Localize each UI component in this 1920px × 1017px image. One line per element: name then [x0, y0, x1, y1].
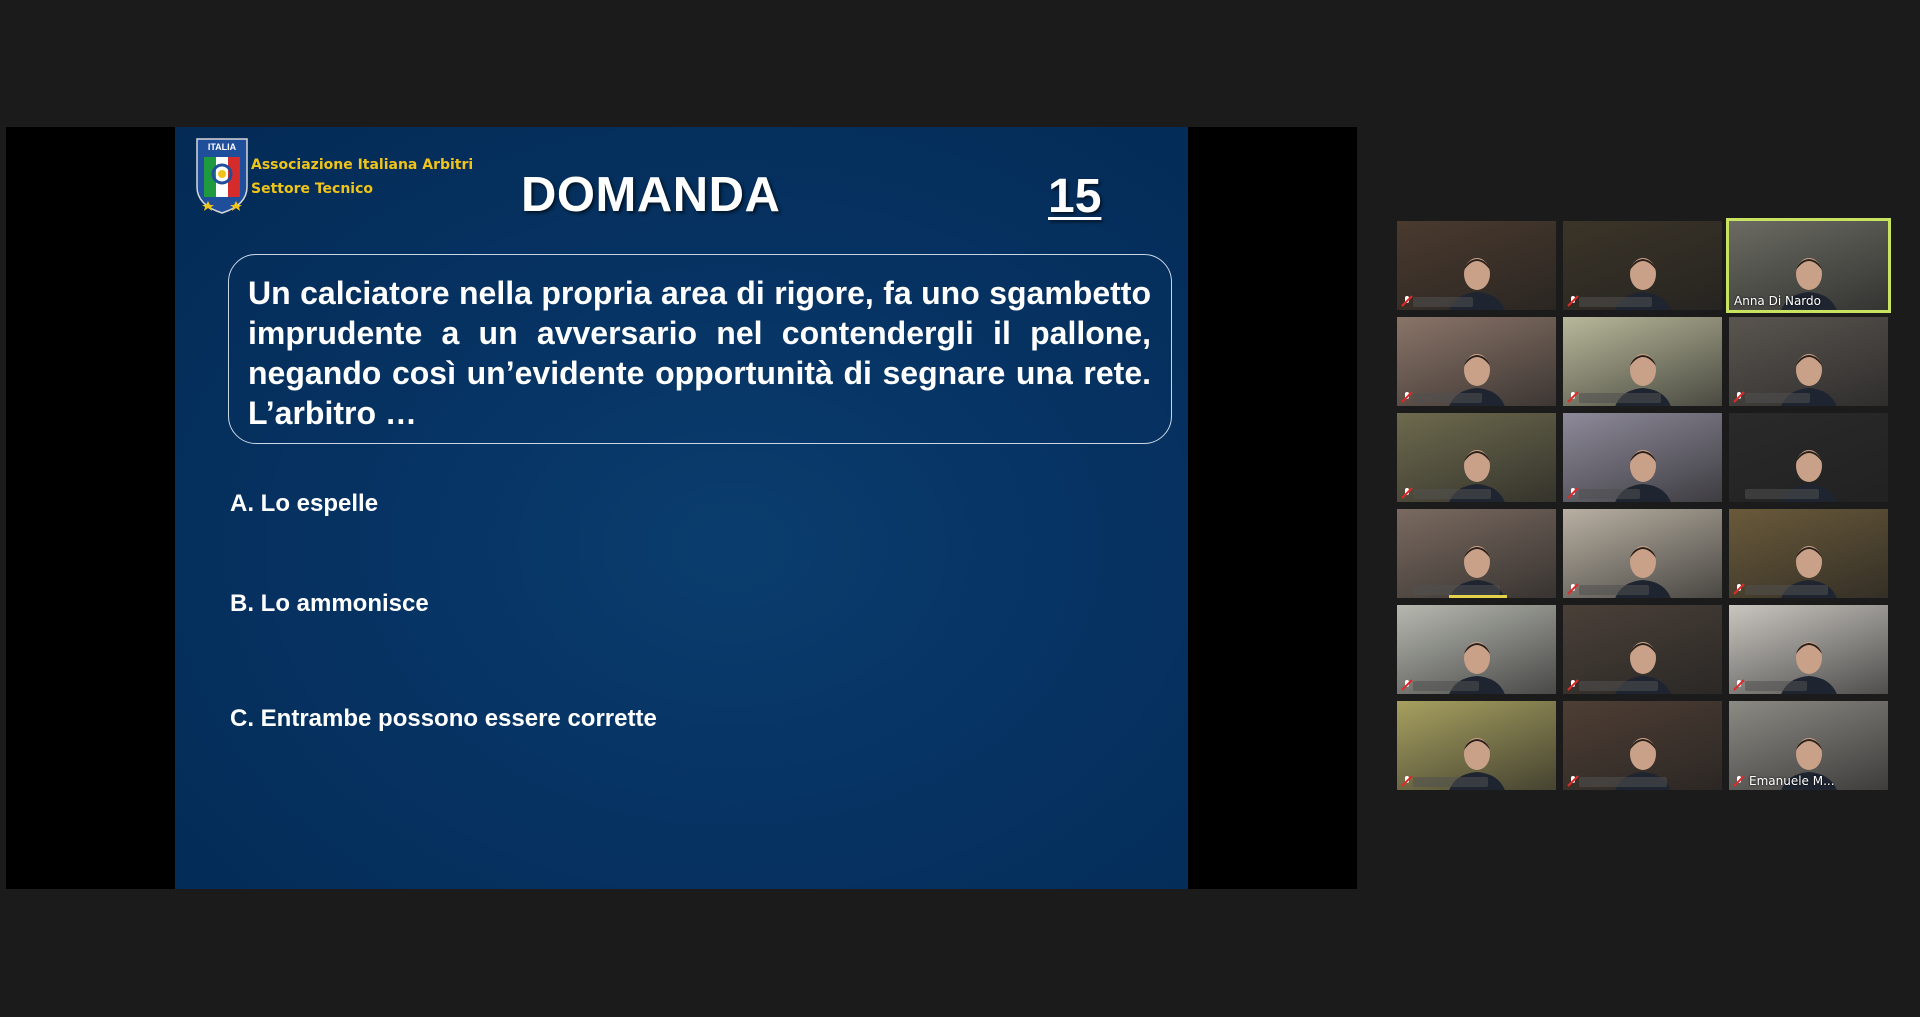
participant-tile[interactable] — [1397, 221, 1556, 310]
participant-tile[interactable] — [1729, 413, 1888, 502]
participant-name-blurred — [1579, 489, 1640, 499]
participant-tile[interactable] — [1397, 605, 1556, 694]
participant-gallery: Anna Di Nardo Emanuele M... — [1397, 221, 1893, 795]
participant-tile[interactable] — [1397, 509, 1556, 598]
logo-italia-text: ITALIA — [208, 142, 237, 152]
participant-name-blurred — [1745, 585, 1828, 595]
mic-muted-icon — [1567, 583, 1579, 595]
mic-muted-icon — [1567, 679, 1579, 691]
participant-name-blurred — [1413, 777, 1488, 787]
mic-muted-icon — [1733, 391, 1745, 403]
association-name: Associazione Italiana Arbitri — [251, 157, 474, 173]
participant-name-blurred — [1413, 297, 1473, 307]
participant-tile[interactable] — [1563, 221, 1722, 310]
participant-tile[interactable] — [1563, 605, 1722, 694]
participant-name-blurred — [1413, 393, 1482, 403]
answer-c: C. Entrambe possono essere corrette — [230, 705, 657, 732]
participant-tile[interactable] — [1729, 317, 1888, 406]
participant-tile[interactable] — [1563, 701, 1722, 790]
mic-muted-icon — [1401, 391, 1413, 403]
participant-name-blurred — [1413, 681, 1479, 691]
participant-name-blurred — [1579, 681, 1658, 691]
mic-muted-icon — [1401, 487, 1413, 499]
answer-a: A. Lo espelle — [230, 490, 379, 517]
answer-b: B. Lo ammonisce — [230, 590, 429, 617]
presentation-slide: ITALIA Associazione Italiana Arbitri Set… — [175, 127, 1188, 889]
participant-name-blurred — [1413, 489, 1491, 499]
mic-muted-icon — [1733, 583, 1745, 595]
mic-muted-icon — [1733, 679, 1745, 691]
mic-muted-icon — [1567, 391, 1579, 403]
mic-muted-icon — [1733, 775, 1745, 787]
participant-name-blurred — [1579, 777, 1667, 787]
participant-tile[interactable]: Emanuele M... — [1729, 701, 1888, 790]
participant-name-blurred — [1579, 297, 1652, 307]
participant-name-blurred — [1745, 393, 1810, 403]
participant-tile[interactable] — [1729, 605, 1888, 694]
participant-tile[interactable] — [1397, 413, 1556, 502]
participant-name: Anna Di Nardo — [1734, 294, 1821, 308]
participant-name-blurred — [1745, 681, 1807, 691]
mic-muted-icon — [1567, 487, 1579, 499]
participant-tile[interactable] — [1563, 509, 1722, 598]
screen-share-area: ITALIA Associazione Italiana Arbitri Set… — [6, 127, 1357, 889]
participant-name: Emanuele M... — [1749, 774, 1835, 788]
participant-tile[interactable] — [1397, 317, 1556, 406]
association-sector: Settore Tecnico — [251, 181, 374, 197]
participant-tile[interactable] — [1729, 509, 1888, 598]
participant-name-blurred — [1413, 585, 1500, 595]
mic-muted-icon — [1401, 295, 1413, 307]
participant-tile[interactable] — [1563, 317, 1722, 406]
mic-muted-icon — [1401, 679, 1413, 691]
question-number: 15 — [1048, 170, 1102, 223]
figc-shield-logo: ITALIA — [196, 138, 248, 214]
participant-name-blurred — [1579, 393, 1661, 403]
participant-name-blurred — [1579, 585, 1649, 595]
association-label: Associazione Italiana Arbitri Settore Te… — [251, 153, 473, 201]
question-box: Un calciatore nella propria area di rigo… — [228, 254, 1172, 444]
participant-tile[interactable]: Anna Di Nardo — [1729, 221, 1888, 310]
participant-tile[interactable] — [1397, 701, 1556, 790]
question-text: Un calciatore nella propria area di rigo… — [248, 275, 1151, 431]
participant-tile[interactable] — [1563, 413, 1722, 502]
mic-muted-icon — [1401, 775, 1413, 787]
slide-title: DOMANDA — [521, 168, 781, 222]
participant-name-blurred — [1745, 489, 1819, 499]
speaking-indicator — [1449, 595, 1507, 598]
mic-muted-icon — [1567, 295, 1579, 307]
mic-muted-icon — [1567, 775, 1579, 787]
